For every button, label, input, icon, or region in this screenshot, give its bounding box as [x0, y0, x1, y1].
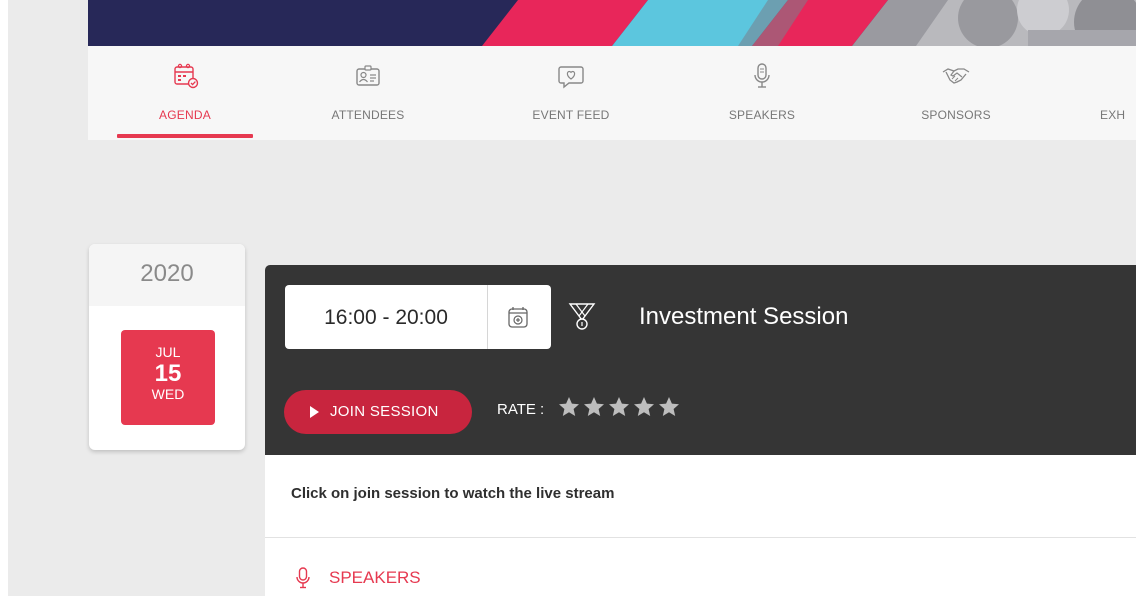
session-description: Click on join session to watch the live … — [291, 485, 615, 502]
session-header: 16:00 - 20:00 Investment Session JOIN SE… — [265, 265, 1136, 455]
nav-item-sponsors[interactable]: SPONSORS — [876, 46, 1036, 140]
join-session-label: JOIN SESSION — [330, 403, 439, 420]
nav-label-event-feed: EVENT FEED — [532, 108, 610, 122]
handshake-icon — [942, 68, 970, 84]
date-month: JUL — [155, 344, 181, 360]
star-icon[interactable] — [607, 395, 631, 419]
calendar-check-icon — [174, 63, 199, 89]
star-icon[interactable] — [632, 395, 656, 419]
date-day: 15 — [154, 360, 182, 387]
nav-label-agenda: AGENDA — [159, 108, 211, 122]
event-banner — [88, 0, 1136, 46]
time-divider — [487, 285, 488, 349]
nav-label-speakers: SPEAKERS — [728, 108, 796, 122]
star-icon[interactable] — [657, 395, 681, 419]
speakers-heading: SPEAKERS — [329, 568, 421, 587]
star-icon[interactable] — [582, 395, 606, 419]
add-to-calendar-icon[interactable] — [502, 301, 534, 333]
session-date-card: 2020 JUL 15 WED — [89, 244, 245, 450]
date-weekday: WED — [151, 386, 185, 402]
nav-label-attendees: ATTENDEES — [331, 108, 405, 122]
rate-label: RATE : — [497, 401, 545, 418]
left-edge — [0, 0, 8, 596]
id-card-icon — [356, 65, 380, 86]
nav-label-exhibitors: EXH — [1100, 108, 1126, 122]
play-icon — [310, 406, 319, 418]
section-divider — [265, 537, 1136, 538]
nav-label-sponsors: SPONSORS — [921, 108, 991, 122]
rating-stars — [557, 395, 682, 423]
microphone-icon — [296, 567, 310, 589]
heart-chat-icon — [558, 66, 584, 89]
medal-icon — [568, 303, 596, 330]
microphone-icon — [754, 63, 770, 88]
page: AGENDA ATTENDEES EVENT FEED SPEAKERS SPO… — [0, 0, 1136, 596]
nav-item-speakers[interactable]: SPEAKERS — [682, 46, 842, 140]
session-body: Click on join session to watch the live … — [265, 455, 1136, 596]
active-tab-indicator — [117, 134, 253, 138]
nav-item-agenda[interactable]: AGENDA — [105, 46, 265, 140]
star-icon[interactable] — [557, 395, 581, 419]
nav-item-event-feed[interactable]: EVENT FEED — [491, 46, 651, 140]
banner-graphic — [88, 0, 1136, 46]
join-session-button[interactable]: JOIN SESSION — [284, 390, 472, 434]
nav-item-exhibitors[interactable]: EXH — [1053, 46, 1136, 140]
date-year: 2020 — [140, 260, 194, 287]
session-title: Investment Session — [639, 303, 849, 330]
main-nav: AGENDA ATTENDEES EVENT FEED SPEAKERS SPO… — [88, 46, 1136, 140]
nav-item-attendees[interactable]: ATTENDEES — [288, 46, 448, 140]
date-badge: JUL 15 WED — [121, 330, 215, 425]
session-time: 16:00 - 20:00 — [324, 306, 448, 329]
session-time-box: 16:00 - 20:00 — [285, 285, 551, 349]
